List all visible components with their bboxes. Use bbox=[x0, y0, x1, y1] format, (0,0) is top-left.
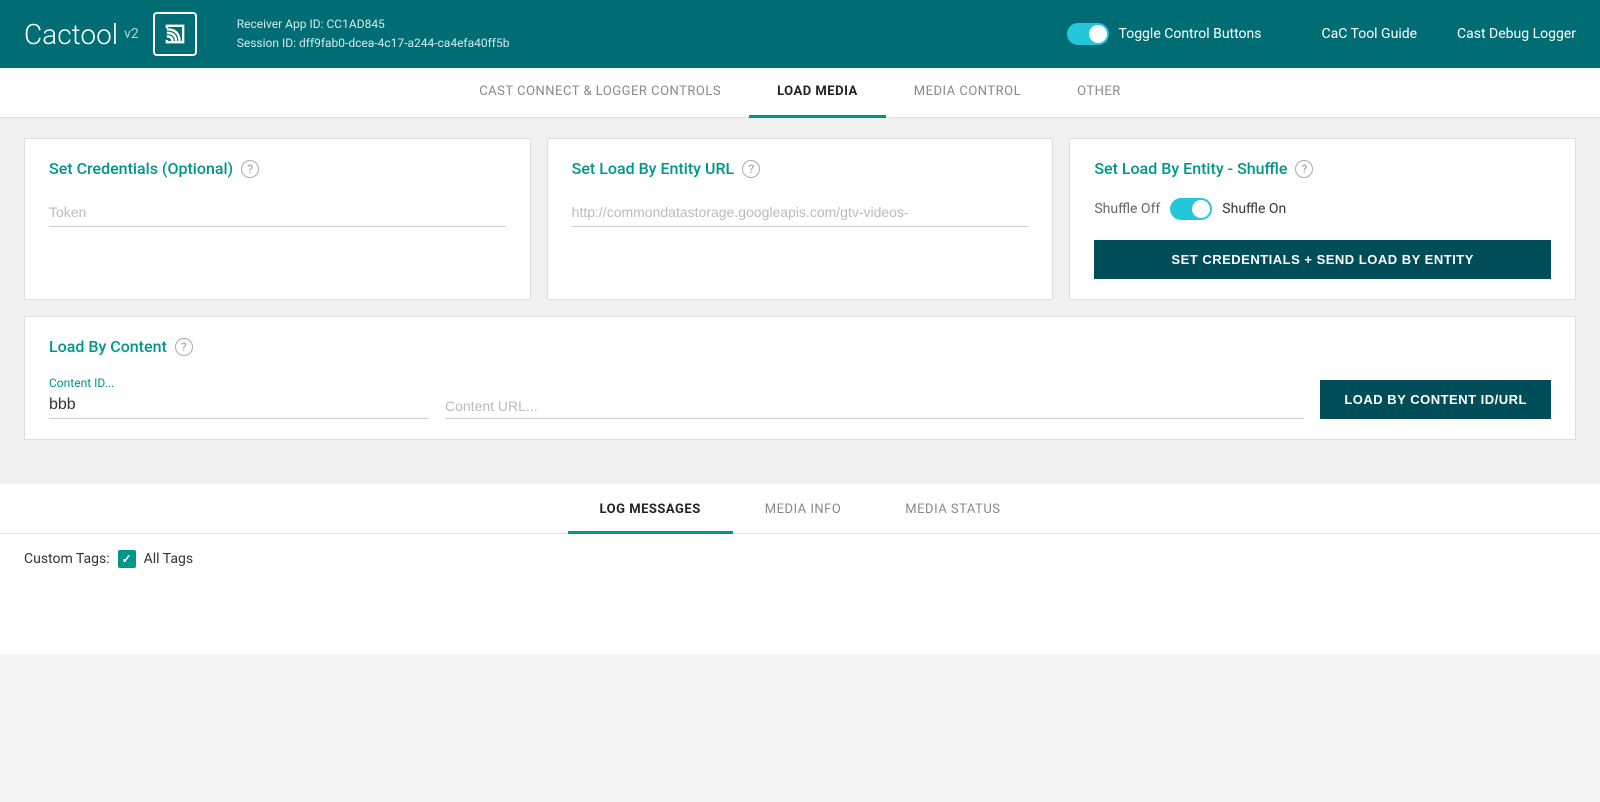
app-version: v2 bbox=[124, 26, 139, 42]
credentials-panel: Set Credentials (Optional) ? bbox=[24, 138, 531, 300]
load-by-content-button[interactable]: LOAD BY CONTENT ID/URL bbox=[1320, 380, 1551, 419]
cac-tool-guide-link[interactable]: CaC Tool Guide bbox=[1322, 26, 1418, 42]
header: Cactool v2 Receiver App ID: CC1AD845 Ses… bbox=[0, 0, 1600, 68]
logo: Cactool v2 bbox=[24, 12, 217, 56]
custom-tags-label: Custom Tags: bbox=[24, 551, 110, 567]
load-by-content-panel: Load By Content ? Content ID... LOAD BY … bbox=[24, 316, 1576, 440]
tab-load-media[interactable]: LOAD MEDIA bbox=[749, 68, 886, 118]
cast-icon bbox=[153, 12, 197, 56]
control-buttons-toggle[interactable] bbox=[1067, 23, 1109, 45]
all-tags-label: All Tags bbox=[144, 551, 193, 567]
entity-shuffle-panel: Set Load By Entity - Shuffle ? Shuffle O… bbox=[1069, 138, 1576, 300]
toggle-label: Toggle Control Buttons bbox=[1119, 26, 1262, 42]
tab-media-status[interactable]: MEDIA STATUS bbox=[873, 488, 1032, 534]
tab-media-control[interactable]: MEDIA CONTROL bbox=[886, 68, 1049, 118]
all-tags-checkbox[interactable] bbox=[118, 550, 136, 568]
load-by-content-help-icon[interactable]: ? bbox=[175, 338, 193, 356]
credentials-panel-title: Set Credentials (Optional) ? bbox=[49, 159, 506, 178]
load-by-content-inner: Content ID... LOAD BY CONTENT ID/URL bbox=[49, 376, 1551, 419]
custom-tags-row: Custom Tags: All Tags bbox=[24, 550, 1576, 568]
session-id: Session ID: dff9fab0-dcea-4c17-a244-ca4e… bbox=[237, 34, 510, 53]
cast-debug-logger-link[interactable]: Cast Debug Logger bbox=[1457, 26, 1576, 42]
shuffle-on-label: Shuffle On bbox=[1222, 201, 1286, 217]
entity-url-input[interactable] bbox=[572, 198, 1029, 227]
shuffle-toggle[interactable] bbox=[1170, 198, 1212, 220]
shuffle-toggle-row: Shuffle Off Shuffle On bbox=[1094, 198, 1551, 220]
content-id-label: Content ID... bbox=[49, 376, 429, 390]
load-by-content-title: Load By Content ? bbox=[49, 337, 1551, 356]
toggle-section: Toggle Control Buttons bbox=[1067, 23, 1262, 45]
header-ids: Receiver App ID: CC1AD845 Session ID: df… bbox=[237, 15, 510, 53]
receiver-app-id: Receiver App ID: CC1AD845 bbox=[237, 15, 510, 34]
main-content: Set Credentials (Optional) ? Set Load By… bbox=[0, 118, 1600, 476]
tab-media-info[interactable]: MEDIA INFO bbox=[733, 488, 874, 534]
bottom-content: Custom Tags: All Tags bbox=[0, 534, 1600, 654]
set-credentials-send-load-entity-button[interactable]: SET CREDENTIALS + SEND LOAD BY ENTITY bbox=[1094, 240, 1551, 279]
bottom-section-wrapper: LOG MESSAGES MEDIA INFO MEDIA STATUS Cus… bbox=[0, 476, 1600, 654]
app-name: Cactool bbox=[24, 18, 118, 51]
nav-tabs: CAST CONNECT & LOGGER CONTROLS LOAD MEDI… bbox=[0, 68, 1600, 118]
content-id-input[interactable] bbox=[49, 392, 429, 419]
tab-other[interactable]: OTHER bbox=[1049, 68, 1149, 118]
content-url-input[interactable] bbox=[445, 394, 1304, 419]
entity-shuffle-panel-title: Set Load By Entity - Shuffle ? bbox=[1094, 159, 1551, 178]
tab-cast-connect[interactable]: CAST CONNECT & LOGGER CONTROLS bbox=[451, 68, 749, 118]
entity-url-panel-title: Set Load By Entity URL ? bbox=[572, 159, 1029, 178]
tab-log-messages[interactable]: LOG MESSAGES bbox=[568, 488, 733, 534]
top-panels-row: Set Credentials (Optional) ? Set Load By… bbox=[24, 138, 1576, 300]
header-links: CaC Tool Guide Cast Debug Logger bbox=[1322, 26, 1577, 42]
entity-url-panel: Set Load By Entity URL ? bbox=[547, 138, 1054, 300]
bottom-section: LOG MESSAGES MEDIA INFO MEDIA STATUS Cus… bbox=[0, 484, 1600, 654]
entity-shuffle-help-icon[interactable]: ? bbox=[1295, 160, 1313, 178]
entity-url-help-icon[interactable]: ? bbox=[742, 160, 760, 178]
credentials-help-icon[interactable]: ? bbox=[241, 160, 259, 178]
bottom-tabs: LOG MESSAGES MEDIA INFO MEDIA STATUS bbox=[0, 484, 1600, 534]
token-input[interactable] bbox=[49, 198, 506, 227]
content-id-group: Content ID... bbox=[49, 376, 429, 419]
shuffle-off-label: Shuffle Off bbox=[1094, 201, 1160, 217]
